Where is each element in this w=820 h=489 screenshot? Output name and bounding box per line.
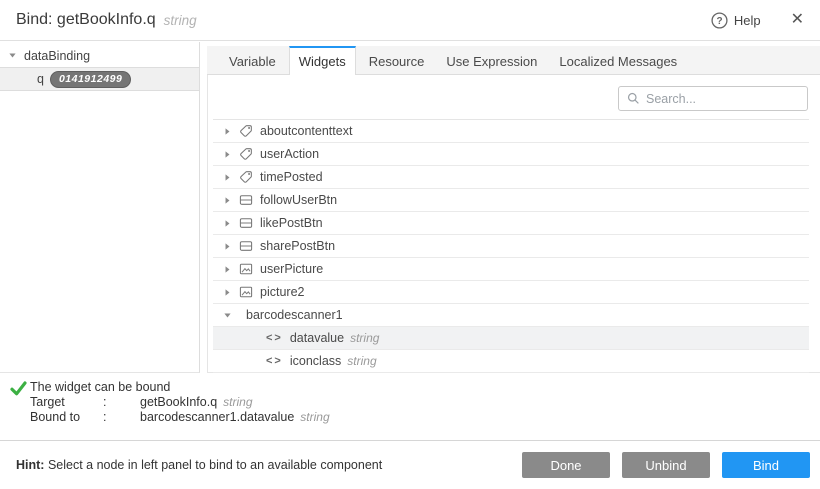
widget-label: aboutcontenttext (260, 124, 352, 138)
search-icon (627, 92, 640, 105)
widget-label: userAction (260, 147, 319, 161)
caret-down-icon[interactable] (223, 311, 232, 320)
caret-right-icon[interactable] (223, 242, 232, 251)
binding-status: The widget can be bound Target:getBookIn… (0, 373, 820, 440)
done-button[interactable]: Done (522, 452, 610, 478)
check-icon (10, 381, 27, 401)
unbind-button[interactable]: Unbind (622, 452, 710, 478)
caret-down-icon[interactable] (8, 49, 17, 63)
tree-node-q[interactable]: q 0141912499 (0, 67, 199, 91)
button-icon (239, 239, 253, 253)
svg-text:?: ? (716, 16, 722, 27)
widget-label: timePosted (260, 170, 323, 184)
hint-text: Hint: Select a node in left panel to bin… (16, 458, 382, 472)
picture-icon (239, 285, 253, 299)
help-icon: ? (711, 12, 728, 29)
widget-label: likePostBtn (260, 216, 323, 230)
widget-label: datavalue (290, 331, 344, 345)
status-message: The widget can be bound (30, 380, 330, 395)
footer-buttons: Done Unbind Bind (522, 452, 810, 478)
code-icon: <> (266, 355, 283, 367)
widget-label: followUserBtn (260, 193, 337, 207)
tab-variable[interactable]: Variable (220, 46, 285, 74)
widget-type: string (347, 354, 376, 368)
caret-right-icon[interactable] (223, 196, 232, 205)
status-row-bound-to: Bound to:barcodescanner1.datavaluestring (30, 410, 330, 425)
caret-right-icon[interactable] (223, 219, 232, 228)
widget-label: userPicture (260, 262, 323, 276)
tab-bar: VariableWidgetsResourceUse ExpressionLoc… (207, 46, 820, 75)
status-row-target: Target:getBookInfo.qstring (30, 395, 330, 410)
value-badge: 0141912499 (50, 71, 131, 88)
tree-node-label: dataBinding (24, 49, 90, 63)
widget-label: picture2 (260, 285, 304, 299)
dialog-title-type: string (164, 13, 197, 28)
status-rows: Target:getBookInfo.qstringBound to:barco… (30, 395, 330, 425)
dialog-title: Bind: getBookInfo.q (16, 11, 156, 29)
caret-right-icon[interactable] (223, 127, 232, 136)
widget-tree: aboutcontenttext userAction timePosted foll… (213, 119, 809, 373)
widget-tree-row-likePostBtn[interactable]: likePostBtn (213, 212, 809, 235)
button-icon (239, 193, 253, 207)
help-label: Help (734, 13, 761, 28)
widget-tree-row-picture2[interactable]: picture2 (213, 281, 809, 304)
widget-type: string (350, 331, 379, 345)
bind-dialog: Bind: getBookInfo.q string ? Help ✕ data… (0, 0, 820, 489)
widget-tree-row-datavalue[interactable]: <> datavalue string (213, 327, 809, 350)
dialog-footer: Hint: Select a node in left panel to bin… (0, 440, 820, 489)
tab-localized-messages[interactable]: Localized Messages (550, 46, 686, 74)
tag-icon (239, 147, 253, 161)
widget-tree-row-userAction[interactable]: userAction (213, 143, 809, 166)
widget-tree-row-userPicture[interactable]: userPicture (213, 258, 809, 281)
close-icon[interactable]: ✕ (791, 12, 804, 28)
caret-right-icon[interactable] (223, 265, 232, 274)
widget-label: sharePostBtn (260, 239, 335, 253)
search-box[interactable] (618, 86, 808, 111)
widget-tree-row-timePosted[interactable]: timePosted (213, 166, 809, 189)
widget-tree-row-followUserBtn[interactable]: followUserBtn (213, 189, 809, 212)
data-binding-panel: dataBinding q 0141912499 (0, 42, 200, 373)
search-input[interactable] (646, 92, 799, 106)
widget-tree-row-barcodescanner1[interactable]: barcodescanner1 (213, 304, 809, 327)
widget-tree-row-sharePostBtn[interactable]: sharePostBtn (213, 235, 809, 258)
tree-node-label: q (37, 72, 44, 86)
bind-button[interactable]: Bind (722, 452, 810, 478)
caret-right-icon[interactable] (223, 288, 232, 297)
tab-resource[interactable]: Resource (360, 46, 434, 74)
caret-right-icon[interactable] (223, 150, 232, 159)
widget-tree-row-aboutcontenttext[interactable]: aboutcontenttext (213, 120, 809, 143)
binding-source-panel: VariableWidgetsResourceUse ExpressionLoc… (207, 42, 820, 373)
widget-label: barcodescanner1 (246, 308, 343, 322)
tree-node-databinding[interactable]: dataBinding (0, 45, 199, 67)
caret-right-icon[interactable] (223, 173, 232, 182)
widget-tree-row-iconclass[interactable]: <> iconclass string (213, 350, 809, 373)
tag-icon (239, 124, 253, 138)
tab-use-expression[interactable]: Use Expression (437, 46, 546, 74)
widget-label: iconclass (290, 354, 341, 368)
dialog-header: Bind: getBookInfo.q string ? Help ✕ (0, 0, 820, 41)
tab-widgets[interactable]: Widgets (289, 46, 356, 75)
tag-icon (239, 170, 253, 184)
button-icon (239, 216, 253, 230)
help-button[interactable]: ? Help (711, 12, 761, 29)
picture-icon (239, 262, 253, 276)
widgets-tab-content: aboutcontenttext userAction timePosted foll… (207, 75, 820, 373)
main-area: dataBinding q 0141912499 VariableWidgets… (0, 42, 820, 373)
code-icon: <> (266, 332, 283, 344)
